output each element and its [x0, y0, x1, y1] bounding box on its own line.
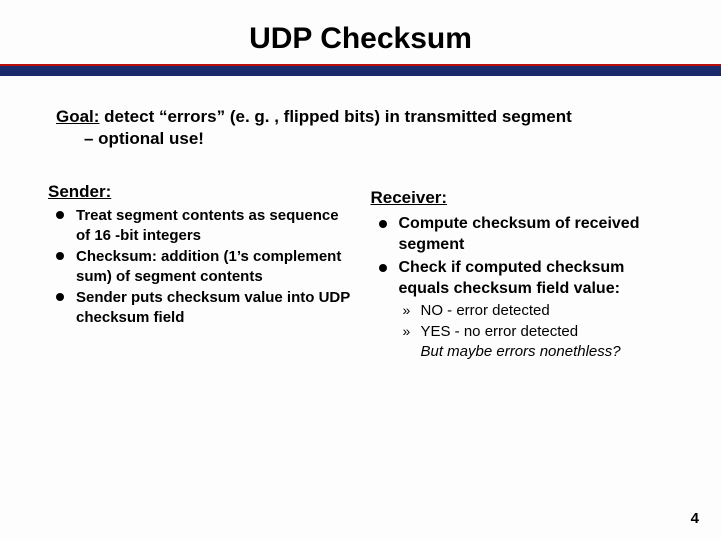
- list-item: Compute checksum of received segment: [371, 214, 674, 256]
- receiver-heading: Receiver:: [371, 188, 674, 208]
- slide-title: UDP Checksum: [0, 0, 721, 64]
- goal-line2: – optional use!: [56, 128, 665, 150]
- receiver-list: Compute checksum of received segment Che…: [371, 214, 674, 362]
- sublist-item-italic: But maybe errors nonethless?: [421, 343, 621, 360]
- list-item: Treat segment contents as sequence of 16…: [48, 206, 351, 245]
- list-item: Sender puts checksum value into UDP chec…: [48, 288, 351, 327]
- goal-label: Goal:: [56, 107, 99, 126]
- sublist-item: YES - no error detected: [399, 322, 674, 342]
- receiver-sublist: NO - error detected YES - no error detec…: [399, 301, 674, 362]
- columns: Sender: Treat segment contents as sequen…: [48, 182, 673, 364]
- list-item-text: Check if computed checksum equals checks…: [399, 259, 625, 297]
- goal-text: Goal: detect “errors” (e. g. , flipped b…: [56, 106, 665, 150]
- sublist-item: NO - error detected: [399, 301, 674, 321]
- list-item: Checksum: addition (1’s complement sum) …: [48, 247, 351, 286]
- sender-column: Sender: Treat segment contents as sequen…: [48, 182, 351, 364]
- sender-heading: Sender:: [48, 182, 351, 202]
- accent-bar: [0, 64, 721, 76]
- list-item: Check if computed checksum equals checks…: [371, 258, 674, 362]
- sender-list: Treat segment contents as sequence of 16…: [48, 206, 351, 327]
- receiver-column: Receiver: Compute checksum of received s…: [371, 182, 674, 364]
- sublist-item: But maybe errors nonethless?: [399, 342, 674, 362]
- page-number: 4: [691, 510, 699, 527]
- goal-line1: detect “errors” (e. g. , flipped bits) i…: [99, 107, 571, 126]
